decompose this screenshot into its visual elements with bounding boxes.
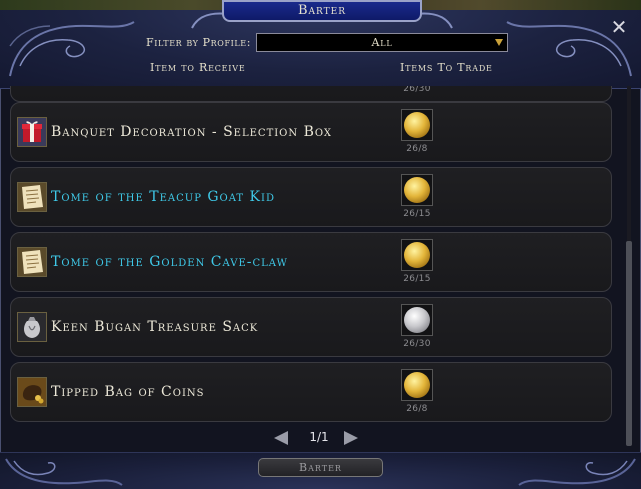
barter-item-list: 26/30 Banquet Decoration - Selection Box… — [4, 86, 620, 426]
barter-row[interactable]: Banquet Decoration - Selection Box 26/8 — [10, 102, 612, 162]
window-title: Barter — [222, 0, 422, 22]
item-name: Tome of the Teacup Goat Kid — [51, 189, 275, 205]
cost-quantity: 26/15 — [403, 274, 431, 284]
cost-quantity: 26/8 — [406, 404, 428, 414]
next-page-arrow-icon[interactable] — [344, 431, 358, 445]
cost-quantity: 26/15 — [403, 209, 431, 219]
cost-quantity: 26/30 — [403, 339, 431, 349]
treasure-sack-icon[interactable] — [17, 312, 47, 342]
dropdown-arrow-icon — [495, 39, 503, 46]
barter-row[interactable]: Tipped Bag of Coins 26/8 — [10, 362, 612, 422]
filter-label: Filter by Profile: — [146, 36, 252, 49]
gold-coin-icon[interactable] — [401, 369, 433, 401]
scroll-icon[interactable] — [17, 182, 47, 212]
cost-quantity: 26/30 — [403, 86, 431, 94]
ornament-swirl-icon — [5, 458, 123, 486]
close-button[interactable]: ✕ — [605, 16, 633, 38]
barter-row[interactable]: Tome of the Teacup Goat Kid 26/15 — [10, 167, 612, 227]
filter-selected-value: All — [371, 36, 393, 49]
item-name: Keen Bugan Treasure Sack — [51, 319, 259, 335]
barter-button[interactable]: Barter — [258, 458, 383, 477]
column-header-receive: Item to Receive — [150, 61, 246, 74]
ornament-swirl-icon — [518, 458, 636, 486]
list-scrollbar[interactable] — [624, 86, 634, 446]
gold-coin-icon[interactable] — [401, 239, 433, 271]
barter-row[interactable]: 26/30 — [10, 86, 612, 102]
ornament-swirl-icon — [9, 21, 135, 77]
coin-bag-icon[interactable] — [17, 377, 47, 407]
silver-coin-icon[interactable] — [401, 304, 433, 336]
column-header-trade: Items To Trade — [400, 61, 493, 74]
gift-box-icon[interactable] — [17, 117, 47, 147]
item-name: Tipped Bag of Coins — [51, 384, 205, 400]
previous-page-arrow-icon[interactable] — [274, 431, 288, 445]
filter-profile-dropdown[interactable]: All — [256, 33, 508, 52]
item-name: Banquet Decoration - Selection Box — [51, 124, 333, 140]
barter-row[interactable]: Tome of the Golden Cave-claw 26/15 — [10, 232, 612, 292]
cost-quantity: 26/8 — [406, 144, 428, 154]
scroll-icon[interactable] — [17, 247, 47, 277]
gold-coin-icon[interactable] — [401, 109, 433, 141]
gold-coin-icon[interactable] — [401, 174, 433, 206]
item-name: Tome of the Golden Cave-claw — [51, 254, 288, 270]
barter-row[interactable]: Keen Bugan Treasure Sack 26/30 — [10, 297, 612, 357]
page-indicator: 1/1 — [309, 430, 329, 444]
scrollbar-thumb[interactable] — [626, 241, 632, 446]
